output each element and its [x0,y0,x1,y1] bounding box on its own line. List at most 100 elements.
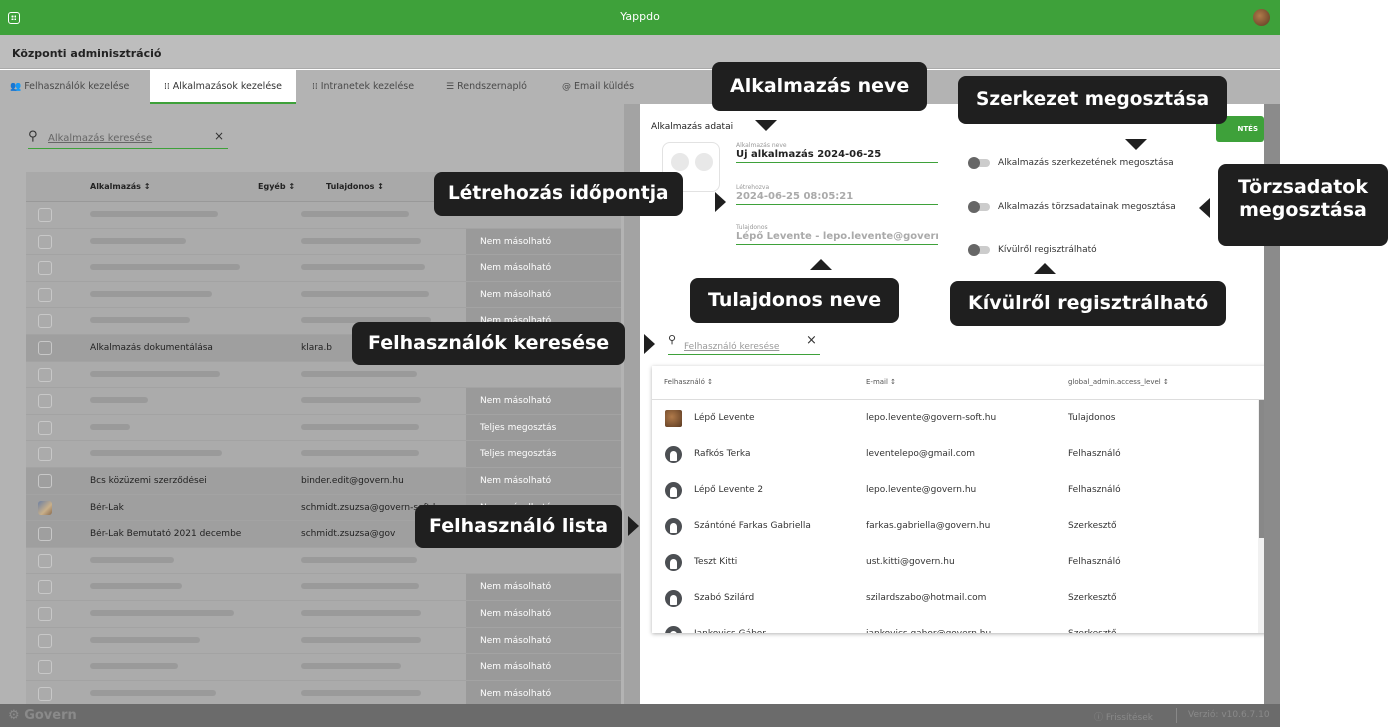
share-mode-cell: Nem másolható [466,255,621,281]
share-mode-cell: Nem másolható [466,281,621,308]
table-row[interactable]: Nem másolható [26,680,621,704]
user-row[interactable]: Jankovics Gábor jankovics.gabor@govern.hu… [652,616,1268,633]
table-row[interactable]: Nem másolható [26,255,621,282]
app-name-field[interactable]: Alkalmazás neve Új alkalmazás 2024-06-25 [736,142,938,163]
app-owner-cell [301,290,429,300]
user-row[interactable]: Teszt Kitti ust.kitti@govern.hu Felhasznál… [652,544,1268,580]
govern-logo: ⚙ Govern [8,708,77,723]
clear-icon[interactable]: × [806,333,817,348]
toggle-switch[interactable] [968,200,990,213]
callout-arrow [810,259,832,270]
table-row[interactable]: Bcs közüzemi szerződései binder.edit@gove… [26,467,621,495]
user-role-cell: Szerkesztő [1068,521,1117,531]
updates-link[interactable]: ⓘ Frissítések [1094,710,1153,723]
user-name-cell: Lépő Levente 2 [694,485,764,495]
app-title: Yappdo [620,10,660,23]
table-row[interactable]: Nem másolható [26,388,621,415]
app-icon [38,660,52,675]
app-search[interactable]: ⚲ Alkalmazás keresése × [28,129,228,149]
column-header-user[interactable]: Felhasználó ↕ [664,378,713,386]
app-name-cell [90,556,174,566]
user-name-cell: Lépő Levente [694,413,755,423]
tab-users[interactable]: 👥 Felhasználók kezelése [10,70,129,104]
app-name-cell [90,609,234,619]
user-email-cell: lepo.levente@govern-soft.hu [866,413,997,423]
app-icon [38,633,52,648]
app-icon [38,367,52,382]
user-avatar[interactable] [1253,9,1270,26]
column-header-other[interactable]: Egyéb ↕ [258,182,295,191]
user-search[interactable]: ⚲ Felhasználó keresése × [668,333,820,355]
app-name-cell [90,210,218,220]
app-search-input[interactable]: Alkalmazás keresése [48,133,152,144]
table-row[interactable]: Teljes megosztás [26,414,621,442]
user-table: Felhasználó ↕ E-mail ↕ global_admin.acce… [652,366,1268,633]
table-row[interactable] [26,362,621,389]
app-name-value[interactable]: Új alkalmazás 2024-06-25 [736,149,938,162]
toggle-masterdata-share[interactable]: Alkalmazás törzsadatainak megosztása [968,200,1176,213]
callout-arrow [755,120,777,131]
app-icon [38,314,52,329]
app-name-cell: Bér-Lak Bemutató 2021 decembe [90,529,242,540]
column-header-app[interactable]: Alkalmazás ↕ [90,182,150,191]
app-owner-cell: schmidt.zsuzsa@gov [301,529,396,540]
app-owner-cell [301,636,421,646]
toggle-external-registration[interactable]: Kívülről regisztrálható [968,243,1097,256]
toggle-masterdata-label: Alkalmazás törzsadatainak megosztása [998,202,1176,212]
app-icon [38,261,52,276]
created-label: Létrehozva [736,184,770,191]
app-name-cell: Bcs közüzemi szerződései [90,475,207,486]
table-row[interactable]: Nem másolható [26,600,621,628]
app-name-cell [90,290,212,300]
table-row[interactable]: Nem másolható [26,228,621,256]
table-row[interactable]: Nem másolható [26,281,621,309]
page-header: Központi adminisztráció [0,35,1280,69]
user-row[interactable]: Rafkós Terka leventelepo@gmail.com Felhasz… [652,436,1268,472]
user-role-cell: Felhasználó [1068,449,1121,459]
tab-email[interactable]: @ Email küldés [562,70,634,104]
user-search-input[interactable]: Felhasználó keresése [684,342,779,352]
user-row[interactable]: Lépő Levente lepo.levente@govern-soft.hu T… [652,400,1268,436]
table-row[interactable] [26,548,621,575]
app-name-label: Alkalmazás neve [736,142,787,149]
callout-arrow [644,334,655,354]
toggle-switch[interactable] [968,156,990,169]
app-icon [38,500,52,515]
user-role-cell: Felhasználó [1068,557,1121,567]
tab-intranets-label: Intranetek kezelése [320,81,415,92]
search-icon: ⚲ [668,333,677,346]
app-owner-cell [301,210,409,220]
app-owner-cell [301,396,421,406]
column-header-access-level[interactable]: global_admin.access_level ↕ [1068,378,1169,386]
tab-email-label: Email küldés [574,81,635,92]
table-row[interactable]: Nem másolható [26,627,621,655]
column-header-email[interactable]: E-mail ↕ [866,378,896,386]
callout-arrow [1199,198,1210,218]
share-mode-cell: Teljes megosztás [466,414,621,441]
user-email-cell: farkas.gabriella@govern.hu [866,521,991,531]
tab-users-label: Felhasználók kezelése [24,81,130,92]
column-header-owner[interactable]: Tulajdonos ↕ [326,182,384,191]
app-name-cell [90,582,182,592]
app-icon [38,686,52,701]
user-row[interactable]: Lépő Levente 2 lepo.levente@govern.hu Felh… [652,472,1268,508]
tab-apps[interactable]: ⁞⁞ Alkalmazások kezelése [150,70,296,104]
user-role-cell: Tulajdonos [1068,413,1116,423]
app-icon [38,208,52,222]
app-icon [38,553,52,568]
callout-masterdata-share: Törzsadatok megosztása [1218,164,1388,246]
user-row[interactable]: Szabó Szilárd szilardszabo@hotmail.com Sze… [652,580,1268,616]
toggle-switch[interactable] [968,243,990,256]
table-row[interactable]: Nem másolható [26,574,621,601]
owner-label: Tulajdonos [736,224,768,231]
table-row[interactable]: Teljes megosztás [26,441,621,468]
clear-icon[interactable]: × [214,129,224,143]
toggle-structure-share[interactable]: Alkalmazás szerkezetének megosztása [968,156,1174,169]
table-row[interactable]: Nem másolható [26,654,621,681]
tab-syslog[interactable]: ☰ Rendszernapló [446,70,527,104]
callout-masterdata-line2: megosztása [1239,198,1367,221]
tab-intranets[interactable]: ⁞⁞ Intranetek kezelése [312,70,414,104]
user-row[interactable]: Szántóné Farkas Gabriella farkas.gabriell… [652,508,1268,544]
app-topbar: Yappdo [0,0,1280,35]
app-owner-cell [301,263,425,273]
